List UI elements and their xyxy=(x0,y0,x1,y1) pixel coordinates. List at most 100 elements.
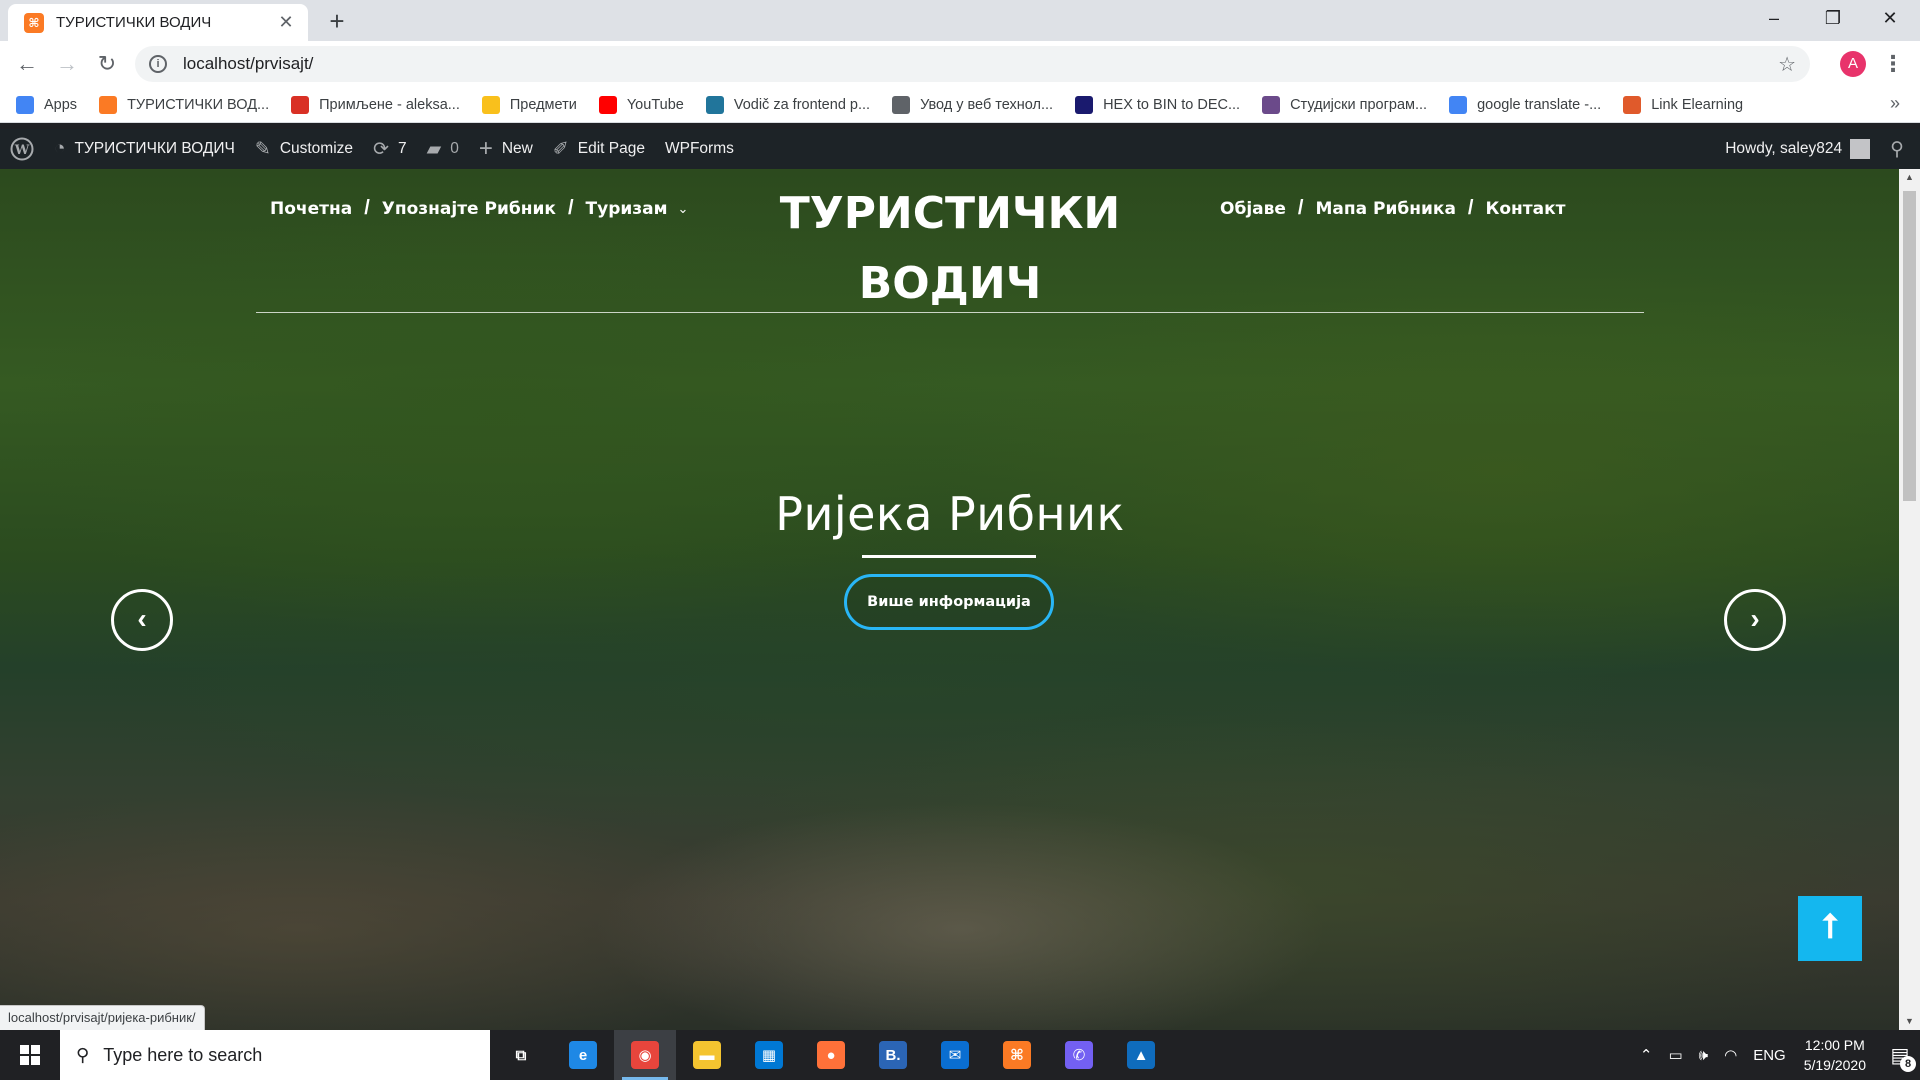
browser-tab[interactable]: ⌘ ТУРИСТИЧКИ ВОДИЧ ✕ xyxy=(8,4,308,41)
wp-search[interactable]: ⚲ xyxy=(1880,129,1920,169)
wp-new[interactable]: + New xyxy=(469,129,543,169)
nav-link-posts[interactable]: Објаве xyxy=(1220,199,1286,219)
scroll-down-icon[interactable]: ▼ xyxy=(1899,1013,1920,1030)
xampp-icon xyxy=(99,95,118,114)
university-icon xyxy=(1262,95,1281,114)
taskbar-app[interactable]: ▬ xyxy=(676,1030,738,1080)
wp-site-name-label: ТУРИСТИЧКИ ВОДИЧ xyxy=(74,140,235,157)
primary-nav-right: Објаве / Мапа Рибника / Контакт xyxy=(1220,197,1566,220)
nav-link-about-ribnik[interactable]: Упознајте Рибник xyxy=(382,199,556,219)
wp-comments[interactable]: ▰ 0 xyxy=(417,129,469,169)
wp-logo-menu[interactable]: W xyxy=(0,129,44,169)
address-bar[interactable]: i localhost/prvisajt/ ☆ xyxy=(135,46,1810,82)
forward-arrow-icon[interactable]: → xyxy=(52,49,82,79)
xampp-favicon-icon: ⌘ xyxy=(24,12,44,33)
restore-button[interactable]: ❐ xyxy=(1807,0,1859,36)
bookmark-item[interactable]: HEX to BIN to DEC... xyxy=(1075,95,1241,114)
taskbar-app[interactable]: ⧉ xyxy=(490,1030,552,1080)
wp-customize-label: Customize xyxy=(279,140,354,157)
svg-text:W: W xyxy=(14,143,30,158)
bookmark-label: Примљене - aleksa... xyxy=(319,96,460,113)
bookmarks-overflow-icon[interactable]: » xyxy=(1890,93,1900,114)
nav-link-contact[interactable]: Контакт xyxy=(1485,199,1565,219)
tab-close-icon[interactable]: ✕ xyxy=(276,12,296,33)
profile-avatar[interactable]: A xyxy=(1840,51,1866,77)
taskbar-app[interactable]: B. xyxy=(862,1030,924,1080)
taskbar-app[interactable]: ✆ xyxy=(1048,1030,1110,1080)
taskbar-app[interactable]: e xyxy=(552,1030,614,1080)
xampp-icon: ⌘ xyxy=(1003,1041,1031,1069)
bookmark-item[interactable]: Apps xyxy=(16,95,77,114)
search-icon: ⚲ xyxy=(1890,138,1904,160)
bookmark-item[interactable]: Студијски програм... xyxy=(1262,95,1427,114)
taskbar-search[interactable]: ⚲ Type here to search xyxy=(60,1030,490,1080)
wp-account-menu[interactable]: Howdy, saley824 xyxy=(1715,129,1880,169)
wp-wpforms[interactable]: WPForms xyxy=(655,129,744,169)
chevron-down-icon[interactable]: ⌄ xyxy=(678,201,689,217)
bookmark-item[interactable]: Примљене - aleksa... xyxy=(291,95,460,114)
clock-time: 12:00 PM xyxy=(1804,1037,1865,1053)
bookmark-label: Link Elearning xyxy=(1651,96,1744,113)
nav-separator: / xyxy=(567,197,574,219)
paintbrush-icon: ✎ xyxy=(254,138,271,160)
taskbar-app[interactable]: ▦ xyxy=(738,1030,800,1080)
page-scrollbar[interactable]: ▲ ▼ xyxy=(1899,169,1920,1030)
bookmark-item[interactable]: ТУРИСТИЧКИ ВОД... xyxy=(99,95,270,114)
chevron-up-icon[interactable]: ⌃ xyxy=(1640,1046,1653,1064)
reload-icon[interactable]: ↻ xyxy=(92,49,122,79)
search-placeholder: Type here to search xyxy=(103,1044,263,1065)
taskbar-app[interactable]: ◉ xyxy=(614,1030,676,1080)
taskbar-app[interactable]: ● xyxy=(800,1030,862,1080)
battery-icon[interactable]: ▭ xyxy=(1668,1046,1682,1064)
info-icon[interactable]: i xyxy=(149,55,167,73)
nav-link-tourism[interactable]: Туризам xyxy=(586,199,668,219)
more-info-button[interactable]: Више информација xyxy=(844,574,1054,630)
bookmark-label: ТУРИСТИЧКИ ВОД... xyxy=(127,96,270,113)
nav-link-home[interactable]: Почетна xyxy=(270,199,352,219)
globe-icon xyxy=(892,95,911,114)
start-button[interactable] xyxy=(0,1030,60,1080)
site-title[interactable]: ТУРИСТИЧКИ ВОДИЧ xyxy=(760,179,1140,319)
dashboard-gauge-icon: ◔ xyxy=(54,138,66,159)
minimize-button[interactable]: – xyxy=(1748,0,1800,36)
close-window-button[interactable]: ✕ xyxy=(1864,0,1916,36)
bookmarks-bar: Apps ТУРИСТИЧКИ ВОД... Примљене - aleksa..… xyxy=(0,87,1920,123)
back-arrow-icon[interactable]: ← xyxy=(12,49,42,79)
taskbar-app[interactable]: ⌘ xyxy=(986,1030,1048,1080)
nav-link-map[interactable]: Мапа Рибника xyxy=(1315,199,1455,219)
slider-next-button[interactable]: › xyxy=(1724,589,1786,651)
bookmark-item[interactable]: Увод у веб технол... xyxy=(892,95,1053,114)
language-indicator[interactable]: ENG xyxy=(1753,1047,1786,1064)
bookmark-item[interactable]: Link Elearning xyxy=(1623,95,1744,114)
wordpress-icon xyxy=(705,95,724,114)
wp-site-name[interactable]: ◔ ТУРИСТИЧКИ ВОДИЧ xyxy=(44,129,245,169)
bookmark-item[interactable]: Предмети xyxy=(481,95,577,114)
chevron-right-icon: › xyxy=(1750,603,1760,634)
back-to-top-button[interactable]: ⭡ xyxy=(1798,896,1862,961)
action-center-button[interactable]: ▤ 8 xyxy=(1880,1030,1920,1080)
wifi-icon[interactable]: ◠ xyxy=(1724,1046,1737,1064)
bookmark-item[interactable]: YouTube xyxy=(598,95,684,114)
nav-separator: / xyxy=(364,197,370,219)
chrome-menu-icon[interactable]: ⋮ xyxy=(1882,49,1904,79)
bookmark-star-icon[interactable]: ☆ xyxy=(1778,52,1796,77)
wp-updates[interactable]: ⟳ 7 xyxy=(363,129,417,169)
volume-icon[interactable]: 🕪 xyxy=(1699,1047,1708,1064)
wp-customize[interactable]: ✎ Customize xyxy=(245,129,363,169)
bookmark-item[interactable]: google translate -... xyxy=(1449,95,1601,114)
taskbar-app[interactable]: ▲ xyxy=(1110,1030,1172,1080)
bookmark-label: HEX to BIN to DEC... xyxy=(1103,96,1241,113)
wp-edit-page[interactable]: ✐ Edit Page xyxy=(543,129,655,169)
scroll-thumb[interactable] xyxy=(1903,191,1916,501)
clock[interactable]: 12:00 PM 5/19/2020 xyxy=(1804,1035,1866,1075)
bookmark-item[interactable]: Vodič za frontend p... xyxy=(705,95,870,114)
primary-nav-left: Почетна / Упознајте Рибник / Туризам ⌄ xyxy=(270,197,688,220)
plus-icon: + xyxy=(478,135,493,162)
slider-prev-button[interactable]: ‹ xyxy=(111,589,173,651)
taskbar-app[interactable]: ✉ xyxy=(924,1030,986,1080)
chrome-icon: ◉ xyxy=(631,1041,659,1069)
scroll-up-icon[interactable]: ▲ xyxy=(1899,169,1920,186)
browser-tab-strip: ⌘ ТУРИСТИЧКИ ВОДИЧ ✕ + – ❐ ✕ xyxy=(0,0,1920,41)
url-text[interactable]: localhost/prvisajt/ xyxy=(183,54,1778,74)
new-tab-button[interactable]: + xyxy=(322,7,352,37)
